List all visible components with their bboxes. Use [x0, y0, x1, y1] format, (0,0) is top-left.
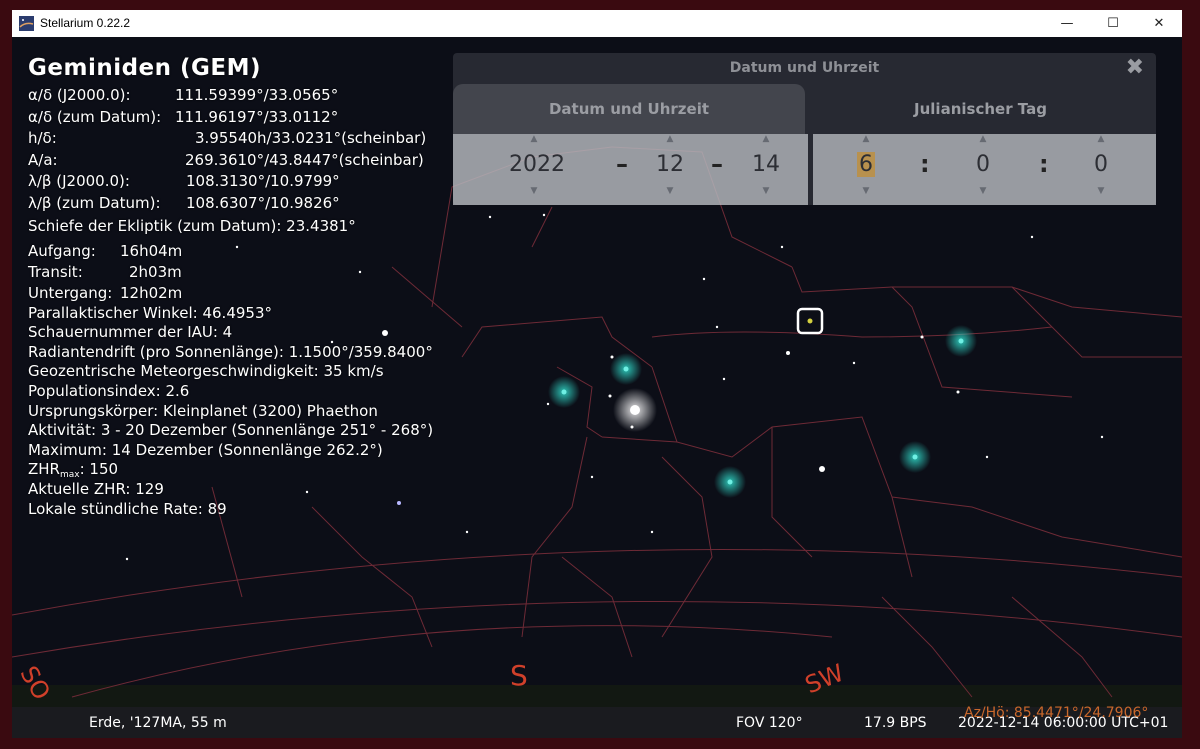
day-up-arrow-icon[interactable]: ▲: [741, 134, 791, 144]
app-window: Stellarium 0.22.2 — ☐ ✕ Geminiden (GEM) …: [12, 10, 1182, 738]
title-bar[interactable]: Stellarium 0.22.2 — ☐ ✕: [12, 10, 1182, 37]
zhr-max-line: ZHRmax: 150: [28, 460, 433, 480]
object-title: Geminiden (GEM): [28, 55, 262, 81]
date-separator: –: [711, 150, 723, 178]
coord-label: λ/β (zum Datum):: [28, 193, 161, 212]
second-value[interactable]: 0: [1076, 144, 1126, 186]
coord-value: 269.3610°/43.8447°(scheinbar): [185, 150, 424, 169]
hour-spinbox[interactable]: ▲ 6 ▼: [841, 134, 891, 196]
hour-value[interactable]: 6: [841, 144, 891, 186]
month-up-arrow-icon[interactable]: ▲: [645, 134, 695, 144]
info-line: Radiantendrift (pro Sonnenlänge): 1.1500…: [28, 342, 433, 361]
fps-status: 17.9 BPS: [864, 715, 927, 731]
rise-set-label: Untergang:: [28, 283, 113, 302]
coord-value: 108.6307°/10.9826°: [186, 193, 340, 212]
month-spinbox[interactable]: ▲ 12 ▼: [645, 134, 695, 196]
year-spinbox[interactable]: ▲ 2022 ▼: [509, 134, 565, 196]
second-spinbox[interactable]: ▲ 0 ▼: [1076, 134, 1126, 196]
hour-selected-text[interactable]: 6: [857, 152, 875, 177]
info-line: Parallaktischer Winkel: 46.4953°: [28, 303, 272, 322]
second-up-arrow-icon[interactable]: ▲: [1076, 134, 1126, 144]
info-line: Ursprungskörper: Kleinplanet (3200) Phae…: [28, 401, 378, 420]
datetime-dialog-title[interactable]: Datum und Uhrzeit: [453, 53, 1156, 83]
sky-view[interactable]: Geminiden (GEM) α/δ (J2000.0): 111.59399°…: [12, 37, 1182, 738]
coord-value: 108.3130°/10.9799°: [186, 172, 340, 190]
month-down-arrow-icon[interactable]: ▼: [645, 186, 695, 196]
zhr-max-label: ZHR: [28, 460, 60, 479]
current-zhr-line: Aktuelle ZHR: 129: [28, 479, 164, 498]
date-separator: –: [616, 150, 628, 178]
info-line: Maximum: 14 Dezember (Sonnenlänge 262.2°…: [28, 440, 383, 459]
minute-value[interactable]: 0: [958, 144, 1008, 186]
coordinate-rows: α/δ (J2000.0): 111.59399°/33.0565° α/δ (z…: [28, 85, 433, 214]
rise-set-label: Aufgang:: [28, 241, 96, 260]
coord-value: 111.59399°/33.0565°: [175, 86, 339, 104]
rise-set-value: 12h02m: [120, 283, 183, 302]
date-fields: ▲ 2022 ▼ – ▲ 12 ▼ – ▲ 14 ▼: [453, 134, 808, 205]
datetime-dialog: Datum und Uhrzeit ✖ Datum und Uhrzeit Ju…: [453, 53, 1156, 205]
info-line: Aktivität: 3 - 20 Dezember (Sonnenlänge …: [28, 421, 434, 440]
month-value[interactable]: 12: [645, 144, 695, 186]
datetime-dialog-close-icon[interactable]: ✖: [1126, 55, 1144, 80]
az-alt-readout: Az/Hö: 85.4471°/24.7906°: [964, 705, 1149, 721]
time-fields: ▲ 6 ▼ : ▲ 0 ▼ : ▲ 0 ▼: [813, 134, 1156, 205]
minimize-button[interactable]: —: [1044, 10, 1090, 37]
coord-label: A/a:: [28, 150, 58, 169]
stellarium-app-icon: [19, 16, 34, 31]
day-value[interactable]: 14: [741, 144, 791, 186]
tab-date-time[interactable]: Datum und Uhrzeit: [453, 84, 805, 134]
hour-up-arrow-icon[interactable]: ▲: [841, 134, 891, 144]
window-title: Stellarium 0.22.2: [40, 16, 131, 30]
local-rate-line: Lokale stündliche Rate: 89: [28, 499, 227, 518]
rise-set-rows: Aufgang: 16h04m Transit: 2h03m Untergang: 1…: [28, 241, 433, 304]
zhr-max-subscript: max: [59, 470, 80, 481]
coord-label: α/δ (J2000.0):: [28, 86, 131, 104]
rise-set-value: 2h03m: [129, 262, 182, 281]
coord-label: α/δ (zum Datum):: [28, 107, 162, 126]
hour-down-arrow-icon[interactable]: ▼: [841, 186, 891, 196]
day-spinbox[interactable]: ▲ 14 ▼: [741, 134, 791, 196]
horizon-ground: [12, 685, 1182, 707]
coord-label: λ/β (J2000.0):: [28, 172, 130, 190]
fov-status: FOV 120°: [736, 715, 803, 731]
location-status[interactable]: Erde, '127MA, 55 m: [89, 715, 227, 731]
zhr-max-value: : 150: [79, 460, 119, 479]
year-value[interactable]: 2022: [509, 144, 565, 186]
coord-label: h/δ:: [28, 129, 57, 147]
minute-down-arrow-icon[interactable]: ▼: [958, 186, 1008, 196]
year-up-arrow-icon[interactable]: ▲: [509, 134, 559, 144]
minute-up-arrow-icon[interactable]: ▲: [958, 134, 1008, 144]
cardinal-south: S: [510, 659, 528, 692]
day-down-arrow-icon[interactable]: ▼: [741, 186, 791, 196]
minute-spinbox[interactable]: ▲ 0 ▼: [958, 134, 1008, 196]
time-separator: :: [1039, 150, 1049, 178]
tab-julian-day[interactable]: Julianischer Tag: [805, 84, 1156, 134]
year-down-arrow-icon[interactable]: ▼: [509, 186, 559, 196]
second-down-arrow-icon[interactable]: ▼: [1076, 186, 1126, 196]
rise-set-value: 16h04m: [120, 241, 183, 260]
time-separator: :: [920, 150, 930, 178]
coord-value: 3.95540h/33.0231°(scheinbar): [195, 129, 427, 147]
info-line: Schauernummer der IAU: 4: [28, 323, 233, 342]
object-info-panel: Geminiden (GEM) α/δ (J2000.0): 111.59399°…: [28, 53, 433, 519]
rise-set-label: Transit:: [28, 262, 83, 281]
info-line: Populationsindex: 2.6: [28, 381, 190, 400]
maximize-button[interactable]: ☐: [1090, 10, 1136, 37]
close-button[interactable]: ✕: [1136, 10, 1182, 37]
ecliptic-line: Schiefe der Ekliptik (zum Datum): 23.438…: [28, 217, 356, 235]
coord-value: 111.96197°/33.0112°: [175, 107, 339, 126]
info-line: Geozentrische Meteorgeschwindigkeit: 35 …: [28, 362, 384, 381]
